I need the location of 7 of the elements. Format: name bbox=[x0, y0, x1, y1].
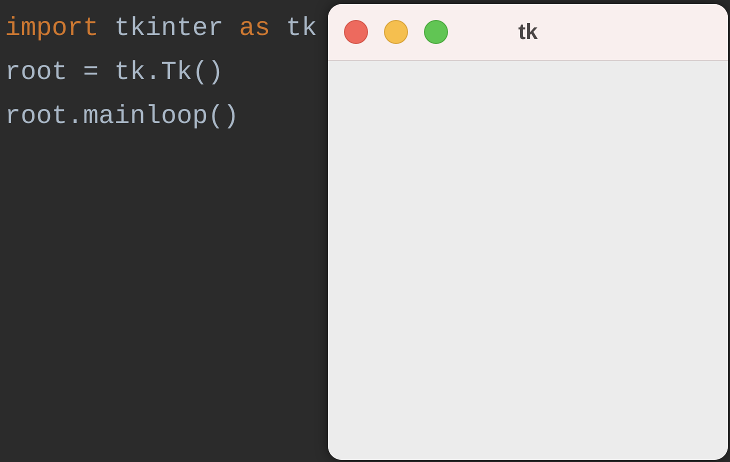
code-line: root = tk.Tk() bbox=[5, 56, 224, 89]
code-line: import tkinter as tk bbox=[5, 12, 318, 45]
code-line: root.mainloop() bbox=[5, 100, 240, 133]
window-title: tk bbox=[518, 19, 538, 45]
zoom-button[interactable] bbox=[424, 20, 448, 44]
close-button[interactable] bbox=[344, 20, 368, 44]
minimize-button[interactable] bbox=[384, 20, 408, 44]
